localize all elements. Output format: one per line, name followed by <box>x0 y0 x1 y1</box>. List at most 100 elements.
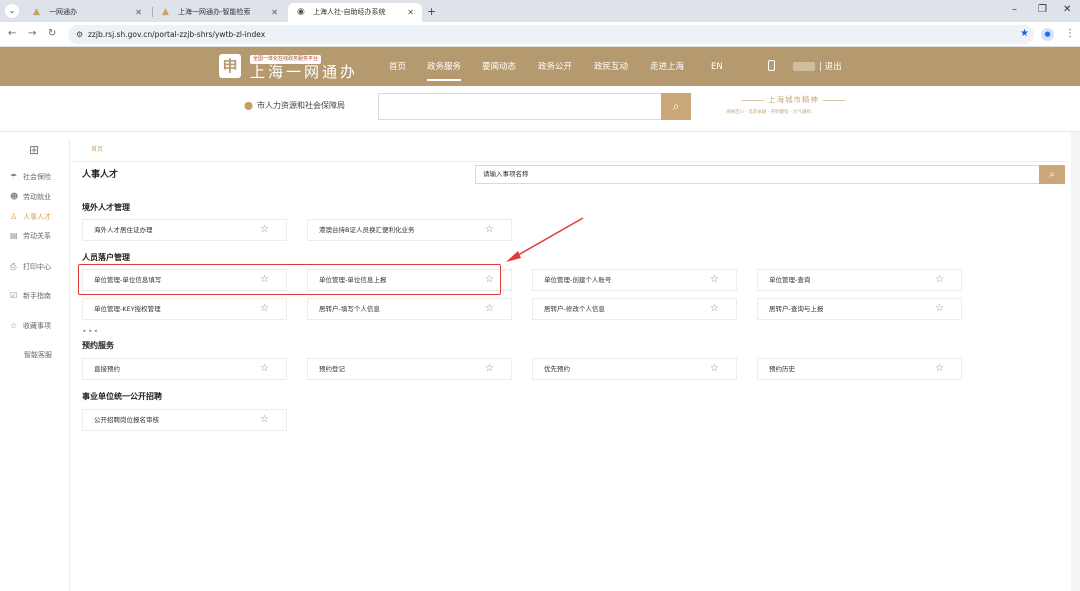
maximize-icon[interactable]: ❐ <box>1038 2 1047 18</box>
service-item-label: 预约历史 <box>769 365 795 373</box>
nav-about-shanghai[interactable]: 走进上海 <box>650 61 684 73</box>
service-item[interactable]: 预约登记 ☆ <box>307 358 512 380</box>
reload-icon[interactable]: ↻ <box>48 27 56 41</box>
service-item[interactable]: 海外人才居住证办理 ☆ <box>82 219 287 241</box>
sidebar-item-employment[interactable]: ☻ 劳动就业 <box>10 192 51 202</box>
sidebar-item-label: 人事人才 <box>23 213 51 221</box>
page-title: 人事人才 <box>82 170 119 180</box>
service-item[interactable]: 港澳台持B证人员换汇便利化业务 ☆ <box>307 219 512 241</box>
breadcrumb[interactable]: 首页 <box>91 146 103 154</box>
favorite-star-icon[interactable]: ☆ <box>710 359 719 379</box>
star-icon: ☆ <box>10 321 18 330</box>
favorite-star-icon[interactable]: ☆ <box>935 299 944 319</box>
bookmark-star-icon[interactable]: ★ <box>1020 26 1029 42</box>
tab-close-icon[interactable]: ✕ <box>407 3 414 22</box>
item-search-input[interactable]: 请输入事项名称 <box>475 165 1039 184</box>
city-spirit-slogan: 海纳百川 · 追求卓越 · 开明睿智 · 大气谦和 <box>726 110 811 115</box>
item-search-placeholder: 请输入事项名称 <box>483 170 529 178</box>
new-tab-icon[interactable]: + <box>427 3 436 20</box>
service-item[interactable]: 居转户-查询与上报 ☆ <box>757 298 962 320</box>
page-scrollbar[interactable] <box>1071 132 1080 591</box>
section-title: 境外人才管理 <box>82 203 130 212</box>
favorite-star-icon[interactable]: ☆ <box>485 299 494 319</box>
sidebar-item-guide[interactable]: ☑ 新手指南 <box>10 291 51 301</box>
sidebar-item-favorites[interactable]: ☆ 收藏事项 <box>10 321 51 331</box>
tab-title: 上海一网通办-智能检索 <box>178 8 251 16</box>
favorite-star-icon[interactable]: ☆ <box>485 359 494 379</box>
region-label: 市人力资源和社会保障局 <box>256 101 345 110</box>
service-item[interactable]: 优先预约 ☆ <box>532 358 737 380</box>
grid-menu-icon[interactable]: ⊞ <box>29 144 39 156</box>
browser-tab-3[interactable]: ◉ 上海人社-自助经办系统 ✕ <box>288 3 422 22</box>
sidebar-item-smart-service[interactable]: 智能客服 <box>24 350 52 360</box>
search-band: ⬤ 市人力资源和社会保障局 ⌕ 上海城市精神 海纳百川 · 追求卓越 · 开明睿智… <box>0 86 1080 132</box>
service-item[interactable]: 单位管理-创建个人账号 ☆ <box>532 269 737 291</box>
site-search-input[interactable] <box>378 93 661 120</box>
nav-english[interactable]: EN <box>711 61 723 73</box>
nav-news[interactable]: 要闻动态 <box>482 61 516 73</box>
service-item[interactable]: 居转户-填写个人信息 ☆ <box>307 298 512 320</box>
sidebar-item-talent[interactable]: ♙ 人事人才 <box>10 212 51 222</box>
sidebar-item-social-insurance[interactable]: ☂ 社会保险 <box>10 172 51 182</box>
annotation-arrow-icon <box>506 217 584 262</box>
minimize-icon[interactable]: – <box>1012 2 1017 18</box>
favorite-star-icon[interactable]: ☆ <box>710 299 719 319</box>
logo-emblem-icon[interactable]: 申 <box>219 54 241 78</box>
favorite-star-icon[interactable]: ☆ <box>260 410 269 430</box>
more-items-button[interactable]: ••• <box>82 328 99 336</box>
nav-gov-services[interactable]: 政务服务 <box>427 61 462 81</box>
service-item[interactable]: 预约历史 ☆ <box>757 358 962 380</box>
browser-tab-2[interactable]: ▲ 上海一网通办-智能检索 ✕ <box>153 3 286 22</box>
tab-close-icon[interactable]: ✕ <box>271 3 278 22</box>
logout-link[interactable]: | 退出 <box>819 61 842 73</box>
service-item[interactable]: 单位管理-查询 ☆ <box>757 269 962 291</box>
tab-close-icon[interactable]: ✕ <box>135 3 142 22</box>
service-item[interactable]: 公开招聘岗位报名审核 ☆ <box>82 409 287 431</box>
sidebar-item-label: 收藏事项 <box>23 322 51 330</box>
favorite-star-icon[interactable]: ☆ <box>260 359 269 379</box>
favorite-star-icon[interactable]: ☆ <box>710 270 719 290</box>
umbrella-icon: ☂ <box>10 172 18 181</box>
favorite-star-icon[interactable]: ☆ <box>935 270 944 290</box>
service-item[interactable]: 直接预约 ☆ <box>82 358 287 380</box>
sidebar-item-print-center[interactable]: ⎙ 打印中心 <box>10 262 51 272</box>
site-search-button[interactable]: ⌕ <box>661 93 691 120</box>
sidebar-item-label: 劳动关系 <box>23 232 51 240</box>
browser-tab-1[interactable]: ▲ 一网通办 ✕ <box>24 3 150 22</box>
browser-menu-icon[interactable]: ⋮ <box>1065 27 1075 41</box>
nav-interaction[interactable]: 政民互动 <box>594 61 628 73</box>
sidebar-item-label: 社会保险 <box>23 173 51 181</box>
sidebar-item-labor-relations[interactable]: ▤ 劳动关系 <box>10 231 51 241</box>
item-search-button[interactable]: ⌕ <box>1039 165 1065 184</box>
region-selector[interactable]: ⬤ 市人力资源和社会保障局 <box>244 100 345 112</box>
category-sidebar: ⊞ ☂ 社会保险 ☻ 劳动就业 ♙ 人事人才 ▤ 劳动关系 ⎙ 打印中心 ☑ 新手指南 ☆ 收… <box>0 140 70 591</box>
highlight-box <box>78 264 501 295</box>
sidebar-item-label: 劳动就业 <box>23 193 51 201</box>
service-item[interactable]: 居转户-修改个人信息 ☆ <box>532 298 737 320</box>
favorite-star-icon[interactable]: ☆ <box>485 220 494 240</box>
back-icon[interactable]: ← <box>8 27 16 41</box>
site-info-icon[interactable]: ⚙ <box>76 27 83 42</box>
window-close-icon[interactable]: ✕ <box>1063 2 1071 18</box>
favorite-star-icon[interactable]: ☆ <box>260 220 269 240</box>
mobile-phone-icon[interactable] <box>768 60 775 71</box>
service-item[interactable]: 单位管理-KEY授权管理 ☆ <box>82 298 287 320</box>
nav-gov-open[interactable]: 政务公开 <box>538 61 572 73</box>
favorite-star-icon[interactable]: ☆ <box>935 359 944 379</box>
profile-avatar-icon[interactable]: ● <box>1041 28 1054 41</box>
worker-icon: ☻ <box>10 192 19 201</box>
favorite-star-icon[interactable]: ☆ <box>260 299 269 319</box>
logo-title[interactable]: 上海一网通办 <box>250 63 358 81</box>
tab-search-icon[interactable]: ⌄ <box>5 4 19 18</box>
site-header: 申 全国一体化在线政务服务平台 上海一网通办 首页 政务服务 要闻动态 政务公开… <box>0 47 1080 86</box>
url-field[interactable]: ⚙ zzjb.rsj.sh.gov.cn/portal-zzjb-shrs/yw… <box>68 25 1034 44</box>
forward-icon[interactable]: → <box>28 27 36 41</box>
nav-home[interactable]: 首页 <box>389 61 406 73</box>
sidebar-item-label: 智能客服 <box>24 351 52 359</box>
sidebar-item-label: 新手指南 <box>23 292 51 300</box>
service-item-label: 居转户-修改个人信息 <box>544 305 605 313</box>
url-text[interactable]: zzjb.rsj.sh.gov.cn/portal-zzjb-shrs/ywtb… <box>88 25 265 44</box>
service-item-label: 居转户-查询与上报 <box>769 305 824 313</box>
favicon-icon: ◉ <box>297 7 305 17</box>
service-item-label: 单位管理-查询 <box>769 276 811 284</box>
